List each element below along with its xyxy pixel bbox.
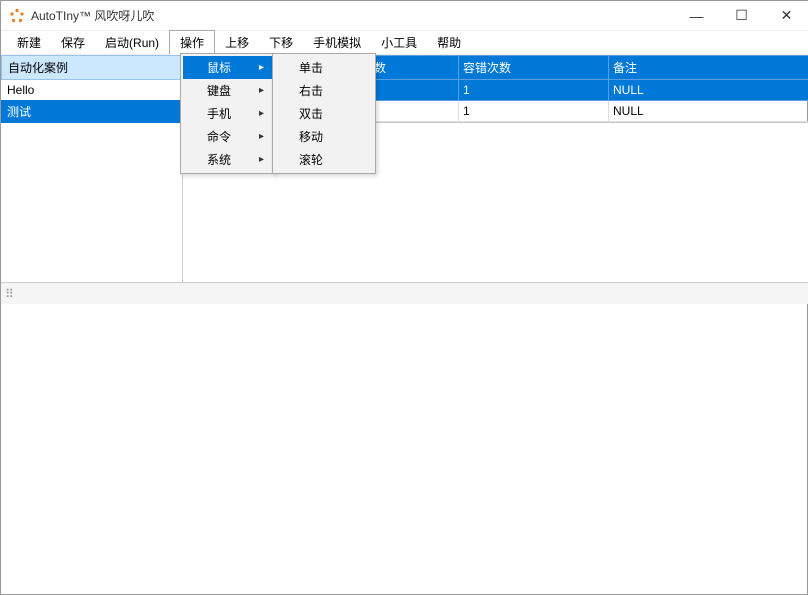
sidebar: 自动化案例 Hello 测试 <box>1 55 183 282</box>
dropdown-mouse-sub: 单击 右击 双击 移动 滚轮 <box>272 53 376 174</box>
dd-phone[interactable]: 手机 ▸ <box>183 102 272 125</box>
sidebar-item-1[interactable]: 测试 <box>1 100 182 123</box>
maximize-button[interactable]: ☐ <box>719 1 764 30</box>
menu-move-down[interactable]: 下移 <box>259 31 303 54</box>
menu-tools[interactable]: 小工具 <box>371 31 427 54</box>
dd-label: 右击 <box>299 82 323 99</box>
sidebar-item-0[interactable]: Hello <box>1 80 182 100</box>
chevron-right-icon: ▸ <box>259 85 264 96</box>
cell: 1 <box>459 80 609 101</box>
dd-mouse[interactable]: 鼠标 ▸ <box>183 56 272 79</box>
dd-system[interactable]: 系统 ▸ <box>183 148 272 171</box>
dd-label: 移动 <box>299 128 323 145</box>
dd-label: 滚轮 <box>299 151 323 168</box>
statusbar: ⠿ <box>1 282 808 304</box>
menu-move-up[interactable]: 上移 <box>215 31 259 54</box>
chevron-right-icon: ▸ <box>259 131 264 142</box>
menu-run[interactable]: 启动(Run) <box>95 31 169 54</box>
dd-label: 单击 <box>299 59 323 76</box>
col-error-tolerance[interactable]: 容错次数 <box>459 56 609 80</box>
menu-help[interactable]: 帮助 <box>427 31 471 54</box>
dropdown-operate: 鼠标 ▸ 键盘 ▸ 手机 ▸ 命令 ▸ 系统 ▸ <box>180 53 275 174</box>
status-grip: ⠿ <box>5 287 14 301</box>
menu-phone-sim[interactable]: 手机模拟 <box>303 31 371 54</box>
chevron-right-icon: ▸ <box>259 108 264 119</box>
app-icon <box>9 8 25 24</box>
dd-click[interactable]: 单击 <box>275 56 373 79</box>
minimize-button[interactable]: — <box>674 1 719 30</box>
window-title: AutoTIny™ 风吹呀儿吹 <box>31 7 154 24</box>
sidebar-header: 自动化案例 <box>1 55 182 80</box>
cell: NULL <box>609 101 808 122</box>
titlebar: AutoTIny™ 风吹呀儿吹 — ☐ ✕ <box>1 1 808 31</box>
menu-operate[interactable]: 操作 <box>169 30 215 55</box>
chevron-right-icon: ▸ <box>259 154 264 165</box>
menu-save[interactable]: 保存 <box>51 31 95 54</box>
cell: 1 <box>459 101 609 122</box>
dd-scroll[interactable]: 滚轮 <box>275 148 373 171</box>
menubar: 新建 保存 启动(Run) 操作 上移 下移 手机模拟 小工具 帮助 <box>1 31 808 55</box>
dd-label: 系统 <box>207 151 231 168</box>
dd-label: 键盘 <box>207 82 231 99</box>
dd-label: 手机 <box>207 105 231 122</box>
menu-new[interactable]: 新建 <box>7 31 51 54</box>
chevron-right-icon: ▸ <box>259 62 264 73</box>
cell: NULL <box>609 80 808 101</box>
close-button[interactable]: ✕ <box>764 1 808 30</box>
dd-command[interactable]: 命令 ▸ <box>183 125 272 148</box>
dd-keyboard[interactable]: 键盘 ▸ <box>183 79 272 102</box>
dd-label: 鼠标 <box>207 59 231 76</box>
dd-move[interactable]: 移动 <box>275 125 373 148</box>
dd-right-click[interactable]: 右击 <box>275 79 373 102</box>
dd-double-click[interactable]: 双击 <box>275 102 373 125</box>
dd-label: 双击 <box>299 105 323 122</box>
dd-label: 命令 <box>207 128 231 145</box>
col-remark[interactable]: 备注 <box>609 56 808 80</box>
